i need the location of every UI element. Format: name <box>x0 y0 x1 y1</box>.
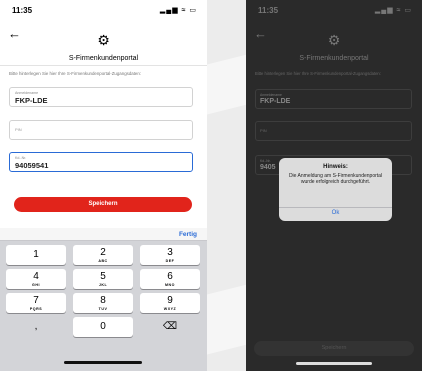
instruction-text: Bitte hinterlegen Sie hier Ihre S-Firmen… <box>9 71 142 76</box>
key-5[interactable]: 5 JKL <box>73 269 133 289</box>
key-8[interactable]: 8 TUV <box>73 293 133 313</box>
instruction-text: Bitte hinterlegen Sie hier Ihre S-Firmen… <box>255 71 381 76</box>
pin-field[interactable]: PIN <box>9 120 193 140</box>
field-value: 94059541 <box>15 161 49 170</box>
field-value: 9405 <box>260 164 276 171</box>
customer-number-field[interactable]: Kd.-Nr. 94059541 <box>9 152 193 172</box>
pin-field[interactable]: PIN <box>255 121 412 141</box>
key-letters: TUV <box>98 307 108 311</box>
key-letters: WXYZ <box>163 307 177 311</box>
key-9[interactable]: 9 WXYZ <box>140 293 200 313</box>
save-button[interactable]: Speichern <box>14 197 192 212</box>
home-indicator <box>296 362 372 365</box>
field-label: Anmeldename <box>260 93 282 97</box>
key-letters: JKL <box>98 283 108 287</box>
key-1[interactable]: 1 <box>6 245 66 265</box>
key-letters: PQRS <box>29 307 43 311</box>
key-digit: 4 <box>33 271 39 282</box>
key-digit: 0 <box>100 321 106 332</box>
key-letters: GHI <box>32 283 40 287</box>
dialog-ok-button[interactable]: Ok <box>279 210 392 216</box>
home-indicator <box>64 361 142 364</box>
status-time: 11:35 <box>12 6 33 15</box>
divider <box>0 65 207 66</box>
phone-screen-left: 11:35 ▂▄▆ ≈ ▭ ← ⚙ S-Firmenkundenportal B… <box>0 0 207 371</box>
backspace-key[interactable]: ⌫ <box>140 317 200 337</box>
gear-icon: ⚙ <box>97 32 110 48</box>
key-6[interactable]: 6 MNO <box>140 269 200 289</box>
numeric-keyboard: Fertig 1 2 ABC 3 DEF 4 GHI 5 JKL 6 MNO 7 PQRS … <box>0 228 207 371</box>
username-field[interactable]: Anmeldename FKP-LDE <box>255 89 412 109</box>
key-comma[interactable]: , <box>6 317 66 337</box>
status-icons: ▂▄▆ ≈ ▭ <box>159 7 197 14</box>
field-value: FKP-LDE <box>15 96 48 105</box>
done-button[interactable]: Fertig <box>179 231 197 238</box>
backspace-icon: ⌫ <box>162 321 178 332</box>
field-label: Kd.-Nr. <box>260 159 271 163</box>
page-title: S-Firmenkundenportal <box>299 55 369 62</box>
key-digit: 9 <box>167 295 173 306</box>
field-label: Anmeldename <box>15 91 39 95</box>
key-digit: 7 <box>33 295 39 306</box>
key-2[interactable]: 2 ABC <box>73 245 133 265</box>
key-letters: MNO <box>165 283 175 287</box>
status-icons: ▂▄▆ ≈ ▭ <box>374 7 412 14</box>
field-label: Kd.-Nr. <box>15 156 27 160</box>
username-field[interactable]: Anmeldename FKP-LDE <box>9 87 193 107</box>
field-value: FKP-LDE <box>260 98 291 105</box>
gear-icon: ⚙ <box>327 32 341 48</box>
key-4[interactable]: 4 GHI <box>6 269 66 289</box>
field-placeholder: PIN <box>260 128 267 133</box>
key-digit: 1 <box>33 249 39 260</box>
alert-dialog: Hinweis: Die Anmeldung am S-Firmenkunden… <box>279 158 392 221</box>
status-bar: 11:35 ▂▄▆ ≈ ▭ <box>0 6 207 18</box>
page-title: S-Firmenkundenportal <box>68 55 139 62</box>
key-0[interactable]: 0 <box>73 317 133 337</box>
dialog-message: Die Anmeldung am S-Firmenkundenportal wu… <box>288 173 383 185</box>
key-digit: , <box>34 321 38 332</box>
phone-screen-right: 11:35 ▂▄▆ ≈ ▭ ← ⚙ S-Firmenkundenportal B… <box>246 0 422 371</box>
key-7[interactable]: 7 PQRS <box>6 293 66 313</box>
status-bar: 11:35 ▂▄▆ ≈ ▭ <box>246 6 422 18</box>
status-time: 11:35 <box>258 6 279 15</box>
key-3[interactable]: 3 DEF <box>140 245 200 265</box>
save-button[interactable]: Speichern <box>254 341 414 356</box>
field-placeholder: PIN <box>15 127 22 132</box>
key-digit: 6 <box>167 271 173 282</box>
key-digit: 8 <box>100 295 106 306</box>
keyboard-toolbar: Fertig <box>0 228 207 241</box>
key-digit: 3 <box>167 247 173 258</box>
key-letters: ABC <box>98 259 108 263</box>
key-digit: 5 <box>100 271 106 282</box>
dialog-title: Hinweis: <box>323 164 348 170</box>
dialog-divider <box>279 207 392 208</box>
key-letters: DEF <box>165 259 175 263</box>
key-digit: 2 <box>100 247 106 258</box>
